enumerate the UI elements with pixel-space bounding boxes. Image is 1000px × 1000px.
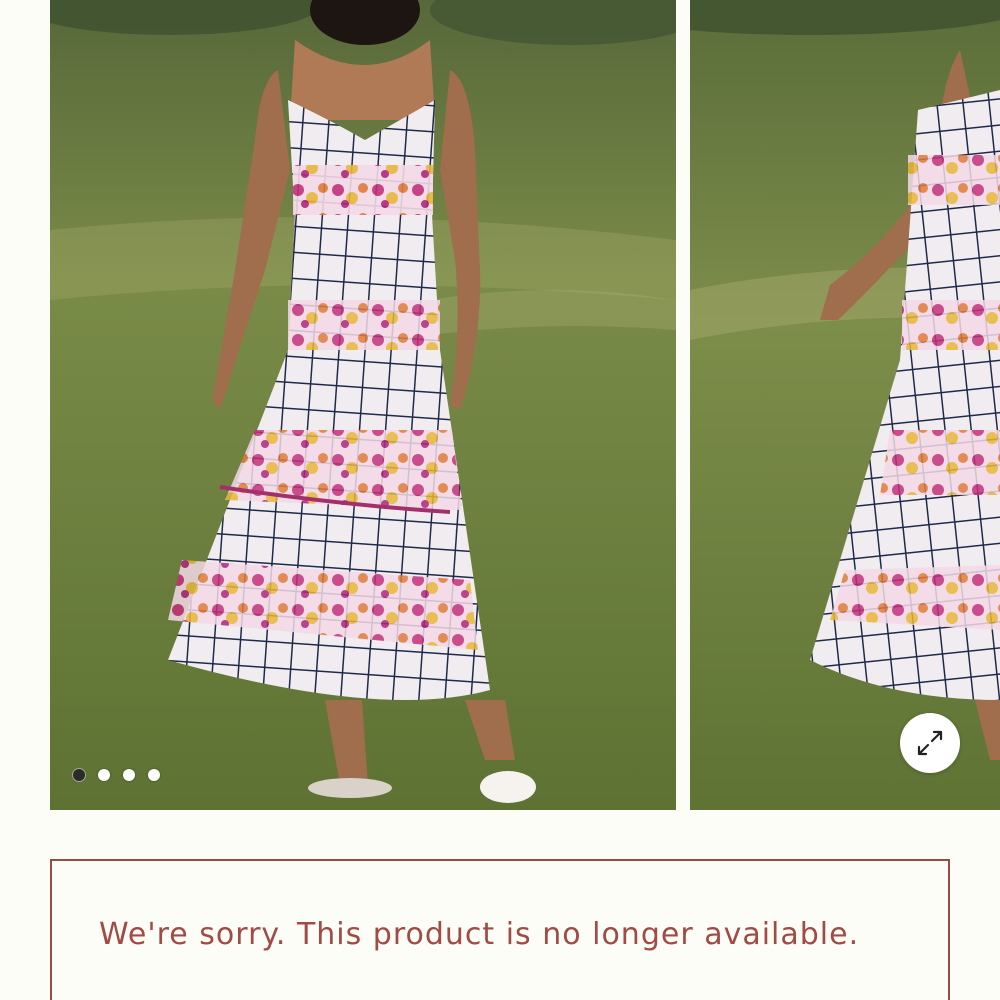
gallery-pagination — [73, 769, 160, 781]
expand-arrows-icon — [917, 730, 943, 756]
unavailable-message: We're sorry. This product is no longer a… — [99, 917, 860, 952]
expand-image-button[interactable] — [900, 713, 960, 773]
pagination-dot-4[interactable] — [148, 769, 160, 781]
product-image-front[interactable] — [50, 0, 676, 810]
pagination-dot-3[interactable] — [123, 769, 135, 781]
pagination-dot-1[interactable] — [73, 769, 85, 781]
unavailable-notice: We're sorry. This product is no longer a… — [50, 859, 950, 1000]
product-image-side[interactable] — [690, 0, 1000, 810]
product-image-gallery[interactable] — [0, 0, 1000, 810]
pagination-dot-2[interactable] — [98, 769, 110, 781]
product-page: We're sorry. This product is no longer a… — [0, 0, 1000, 1000]
product-photo-front — [50, 0, 676, 810]
product-photo-side — [690, 0, 1000, 810]
